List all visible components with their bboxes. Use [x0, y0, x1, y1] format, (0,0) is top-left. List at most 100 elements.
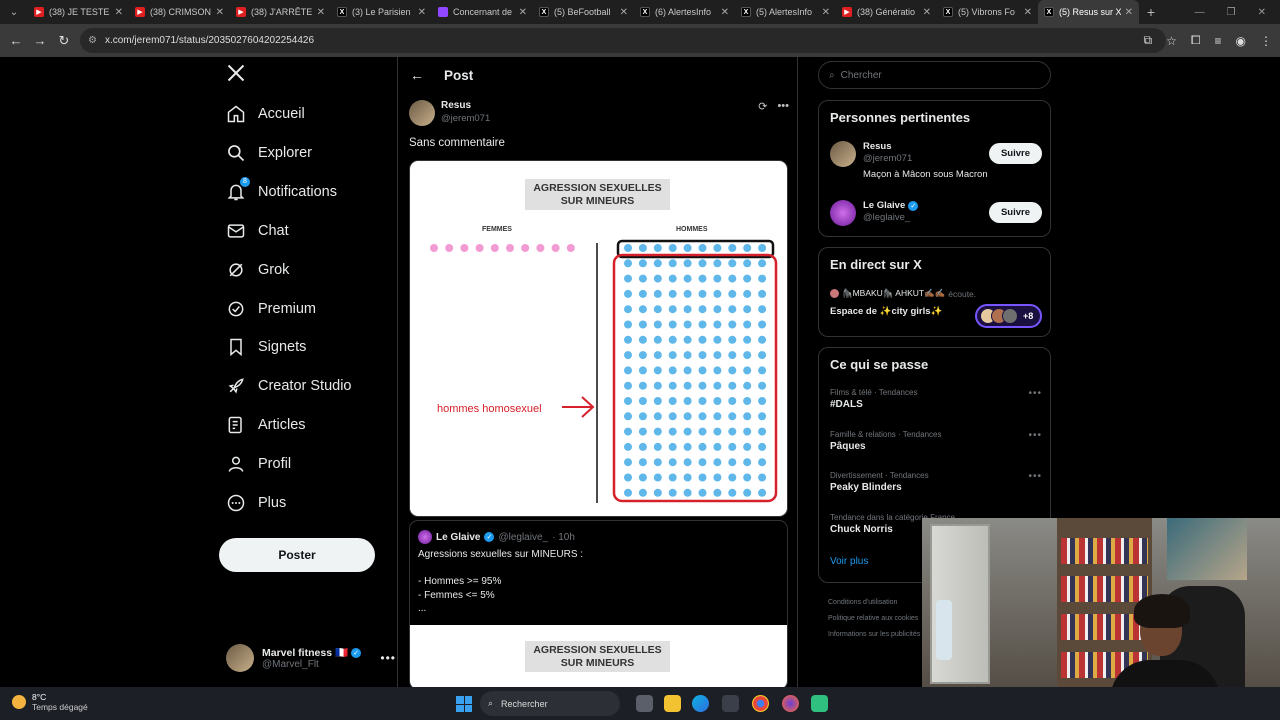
tab-close-icon[interactable]: ✕ — [923, 7, 931, 18]
trend-item[interactable]: Films & télé · Tendances #DALS ••• — [830, 388, 1042, 410]
nav-item-premium[interactable]: Premium — [226, 294, 316, 324]
tab-close-icon[interactable]: ✕ — [721, 7, 729, 18]
tab-search-menu-icon[interactable]: ⌄ — [0, 0, 28, 24]
footer-link[interactable]: Conditions d'utilisation — [828, 595, 920, 611]
address-field[interactable]: ⚙ x.com/jerem071/status/2035027604202254… — [80, 28, 1166, 53]
footer-link[interactable]: Informations sur les publicités — [828, 627, 920, 643]
author-name[interactable]: Resus — [441, 100, 758, 111]
nav-item-grok[interactable]: Grok — [226, 255, 289, 285]
more-icon[interactable]: ••• — [1028, 388, 1042, 399]
media-control-icon[interactable]: ≡ — [1215, 34, 1222, 48]
grok-icon[interactable]: ⟳ — [758, 100, 767, 113]
nav-item-articles[interactable]: Articles — [226, 410, 306, 440]
trend-item[interactable]: Divertissement · Tendances Peaky Blinders… — [830, 471, 1042, 493]
nav-item-notifications[interactable]: 8 Notifications — [226, 176, 337, 207]
follow-button[interactable]: Suivre — [989, 202, 1042, 223]
nav-item-signets[interactable]: Signets — [226, 332, 306, 362]
tab-close-icon[interactable]: ✕ — [822, 7, 830, 18]
more-icon[interactable]: ••• — [380, 651, 396, 665]
search-input[interactable]: ⌕ Chercher — [818, 61, 1051, 89]
live-host[interactable]: 🦍MBAKU🦍 AHKUT✍🏾✍🏾 écoute. — [830, 288, 976, 299]
browser-tab[interactable]: ▶ (38) JE TESTE L ✕ — [28, 0, 129, 24]
nav-item-plus[interactable]: Plus — [226, 488, 286, 518]
quote-author-handle: @leglaive_ — [498, 531, 549, 543]
browser-tab[interactable]: ▶ (38) Génératio ✕ — [836, 0, 937, 24]
post-button[interactable]: Poster — [219, 538, 375, 572]
browser-tab[interactable]: X (5) Resus sur X ✕ — [1038, 0, 1139, 24]
extensions-icon[interactable]: ⧠ — [1191, 33, 1201, 48]
nav-item-chat[interactable]: Chat — [226, 216, 289, 246]
women-dot — [445, 244, 454, 252]
browser-tab[interactable]: ▶ (38) CRIMSON ✕ — [129, 0, 230, 24]
nav-item-creator-studio[interactable]: Creator Studio — [226, 371, 352, 401]
browser-tab[interactable]: ▶ (38) J'ARRÊTE T ✕ — [230, 0, 331, 24]
footer-link[interactable]: Politique relative aux cookies — [828, 611, 920, 627]
tab-close-icon[interactable]: ✕ — [418, 7, 426, 18]
nav-item-explorer[interactable]: Explorer — [226, 138, 312, 168]
file-explorer-icon[interactable] — [664, 695, 681, 712]
more-icon[interactable]: ••• — [777, 100, 789, 113]
tab-close-icon[interactable]: ✕ — [620, 7, 628, 18]
show-more-link[interactable]: Voir plus — [830, 556, 868, 567]
tab-close-icon[interactable]: ✕ — [317, 7, 325, 18]
back-arrow-icon[interactable]: ← — [410, 67, 424, 83]
maximize-icon[interactable]: ❐ — [1227, 7, 1236, 18]
person-item[interactable]: Le Glaive ✓ @leglaive_ Suivre — [830, 200, 1042, 226]
tab-close-icon[interactable]: ✕ — [1024, 7, 1032, 18]
minimize-icon[interactable]: — — [1195, 7, 1205, 18]
browser-menu-icon[interactable]: ⋮ — [1260, 34, 1272, 48]
nav-item-label: Premium — [258, 300, 317, 317]
men-dot — [713, 397, 722, 405]
bookmark-star-icon[interactable]: ☆ — [1166, 34, 1177, 48]
men-dot — [624, 335, 632, 344]
site-info-icon[interactable]: ⚙ — [88, 35, 97, 46]
app-icon[interactable] — [811, 695, 828, 712]
nav-item-label: Chat — [258, 222, 289, 239]
reload-icon[interactable]: ↻ — [52, 33, 76, 49]
tab-close-icon[interactable]: ✕ — [519, 7, 527, 18]
author-handle[interactable]: @jerem071 — [441, 113, 758, 124]
person-item[interactable]: Resus @jerem071 Maçon à Mâcon sous Macro… — [830, 141, 1042, 180]
post-image[interactable]: AGRESSION SEXUELLES SUR MINEURS FEMMES H… — [409, 160, 788, 517]
taskbar-search[interactable]: ⌕ Rechercher — [480, 691, 620, 716]
live-space-title[interactable]: Espace de ✨city girls✨ — [830, 306, 942, 317]
more-icon[interactable]: ••• — [1028, 430, 1042, 441]
profile-icon[interactable]: ◉ — [1236, 34, 1246, 48]
forward-icon[interactable]: → — [28, 33, 52, 48]
back-icon[interactable]: ← — [4, 33, 28, 48]
nav-item-accueil[interactable]: Accueil — [226, 99, 305, 129]
men-dot — [698, 305, 707, 314]
trend-category: Divertissement · Tendances — [830, 471, 929, 480]
firefox-icon[interactable] — [782, 695, 799, 712]
browser-tab[interactable]: Concernant de ✕ — [432, 0, 533, 24]
task-view-icon[interactable] — [636, 695, 653, 712]
edge-icon[interactable] — [692, 695, 709, 712]
tab-close-icon[interactable]: ✕ — [115, 7, 123, 18]
live-listeners[interactable]: +8 — [975, 304, 1042, 328]
install-app-icon[interactable]: ⧉ — [1144, 33, 1153, 48]
avatar[interactable] — [409, 100, 435, 126]
men-dot — [653, 274, 662, 283]
new-tab-button[interactable]: + — [1139, 4, 1163, 20]
follow-button[interactable]: Suivre — [989, 143, 1042, 164]
men-dot — [668, 473, 677, 482]
browser-tab[interactable]: X (5) BeFootball ✕ — [533, 0, 634, 24]
weather-widget[interactable]: 8°C Temps dégagé — [12, 692, 88, 712]
browser-tab[interactable]: X (3) Le Parisien ✕ — [331, 0, 432, 24]
browser-tab[interactable]: X (6) AlertesInfo ✕ — [634, 0, 735, 24]
more-icon[interactable]: ••• — [1028, 471, 1042, 482]
browser-tab[interactable]: X (5) AlertesInfo ✕ — [735, 0, 836, 24]
close-window-icon[interactable]: ✕ — [1258, 7, 1266, 18]
tab-close-icon[interactable]: ✕ — [216, 7, 224, 18]
quoted-post[interactable]: Le Glaive ✓ @leglaive_ · 10h Agressions … — [409, 520, 788, 687]
account-switcher[interactable]: Marvel fitness 🇫🇷 ✓ @Marvel_Flt ••• — [226, 642, 396, 674]
men-dot — [758, 488, 767, 497]
browser-tab[interactable]: X (5) Vibrons Fo ✕ — [937, 0, 1038, 24]
store-icon[interactable] — [722, 695, 739, 712]
tab-close-icon[interactable]: ✕ — [1125, 7, 1133, 18]
nav-item-profil[interactable]: Profil — [226, 449, 291, 479]
windows-start-icon[interactable] — [456, 696, 472, 712]
trend-item[interactable]: Famille & relations · Tendances Pâques ••• — [830, 430, 1042, 452]
chrome-icon[interactable] — [752, 695, 769, 712]
x-logo-icon[interactable] — [226, 63, 246, 83]
